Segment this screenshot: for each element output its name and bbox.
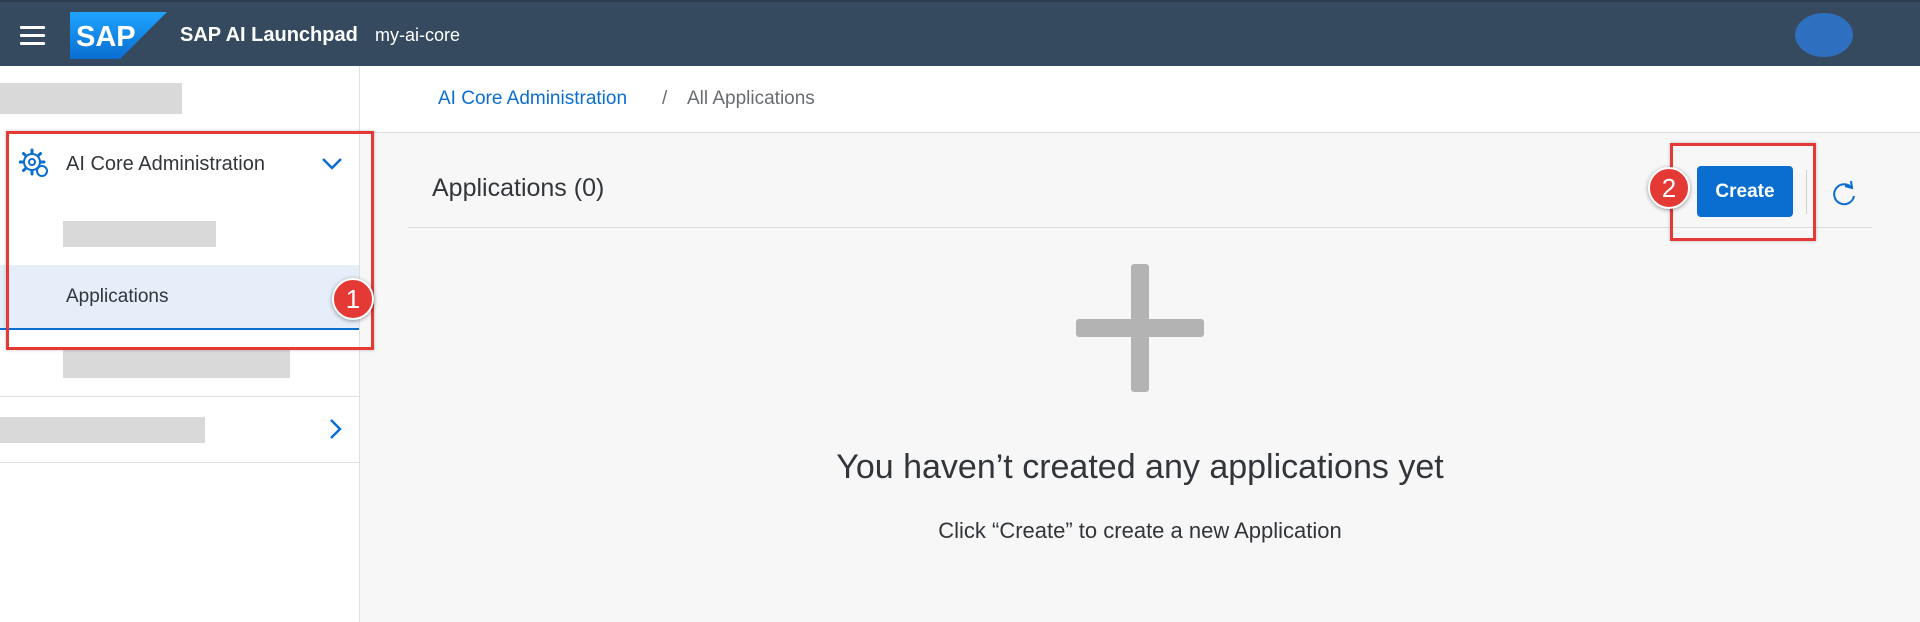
breadcrumb-current: All Applications xyxy=(687,88,815,109)
hamburger-menu-icon[interactable] xyxy=(16,21,50,51)
annotation-badge-2: 2 xyxy=(1648,167,1690,209)
shell-bar: SAP SAP AI Launchpad my-ai-core xyxy=(0,0,1920,66)
placeholder-bar xyxy=(0,417,205,443)
breadcrumb: AI Core Administration / All Application… xyxy=(360,66,1920,133)
svg-text:SAP: SAP xyxy=(76,21,136,53)
instance-name: my-ai-core xyxy=(375,25,461,45)
annotation-badge-1: 1 xyxy=(332,278,374,320)
empty-state-title: You haven’t created any applications yet xyxy=(836,448,1444,486)
empty-state-subtitle: Click “Create” to create a new Applicati… xyxy=(938,518,1342,543)
nav-item-collapsed[interactable] xyxy=(0,397,359,462)
annotation-box-2 xyxy=(1670,143,1816,241)
plus-icon xyxy=(1076,264,1204,392)
chevron-right-icon[interactable] xyxy=(325,417,345,441)
app-title: SAP AI Launchpad xyxy=(180,24,358,46)
user-avatar[interactable] xyxy=(1795,13,1853,57)
divider xyxy=(0,462,359,463)
placeholder-bar xyxy=(63,350,290,378)
breadcrumb-link[interactable]: AI Core Administration xyxy=(438,88,627,110)
refresh-icon[interactable] xyxy=(1830,180,1860,208)
placeholder-bar xyxy=(0,83,182,114)
annotation-box-1 xyxy=(6,131,374,350)
breadcrumb-separator: / xyxy=(662,88,668,109)
header-divider xyxy=(408,227,1872,228)
sap-logo: SAP xyxy=(70,12,167,59)
page-title: Applications (0) xyxy=(432,174,605,202)
